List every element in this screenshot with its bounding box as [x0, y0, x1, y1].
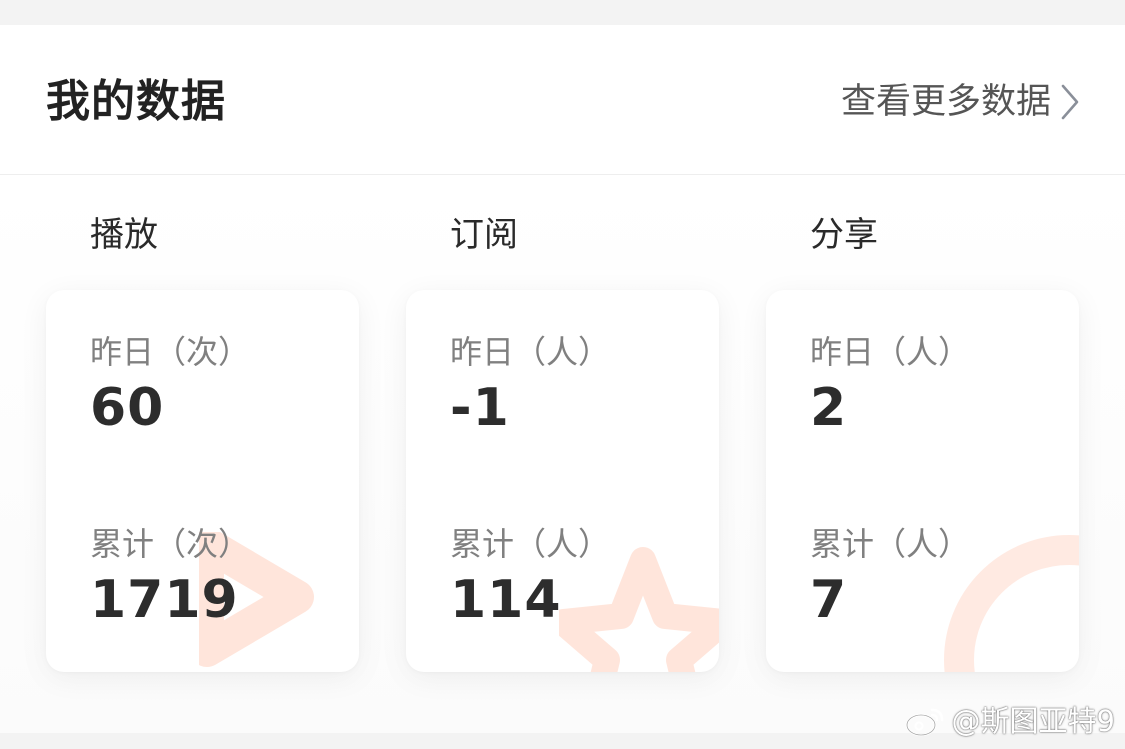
- view-more-data-link[interactable]: 查看更多数据: [841, 79, 1081, 125]
- section-label-share: 分享: [810, 215, 878, 255]
- weibo-logo-icon: [905, 708, 943, 737]
- watermark: @斯图亚特9: [904, 703, 1115, 739]
- chevron-right-icon: [1061, 84, 1079, 120]
- share-yesterday-label: 昨日（人）: [810, 333, 971, 371]
- view-more-label: 查看更多数据: [840, 82, 1051, 122]
- play-stats-card[interactable]: 昨日（次） 60 累计（次） 1719: [46, 290, 359, 672]
- share-stats-card[interactable]: 昨日（人） 2 累计（人） 7: [766, 290, 1079, 672]
- subscribe-yesterday-label: 昨日（人）: [450, 333, 611, 371]
- page-title: 我的数据: [46, 76, 226, 127]
- play-yesterday-value: 60: [90, 378, 165, 438]
- share-total-value: 7: [810, 570, 848, 630]
- top-gap: [0, 0, 1125, 25]
- subscribe-stats-card[interactable]: 昨日（人） -1 累计（人） 114: [406, 290, 719, 672]
- play-yesterday-label: 昨日（次）: [90, 333, 251, 371]
- play-total-value: 1719: [90, 570, 239, 630]
- panel-header: 我的数据 查看更多数据: [0, 25, 1125, 175]
- share-yesterday-value: 2: [810, 378, 848, 438]
- play-total-label: 累计（次）: [90, 525, 251, 563]
- section-label-subscribe: 订阅: [450, 215, 518, 255]
- section-label-play: 播放: [90, 215, 158, 255]
- subscribe-yesterday-value: -1: [450, 378, 510, 438]
- subscribe-total-label: 累计（人）: [450, 525, 611, 563]
- watermark-text: @斯图亚特9: [951, 704, 1115, 738]
- subscribe-total-value: 114: [450, 570, 562, 630]
- share-total-label: 累计（人）: [810, 525, 971, 563]
